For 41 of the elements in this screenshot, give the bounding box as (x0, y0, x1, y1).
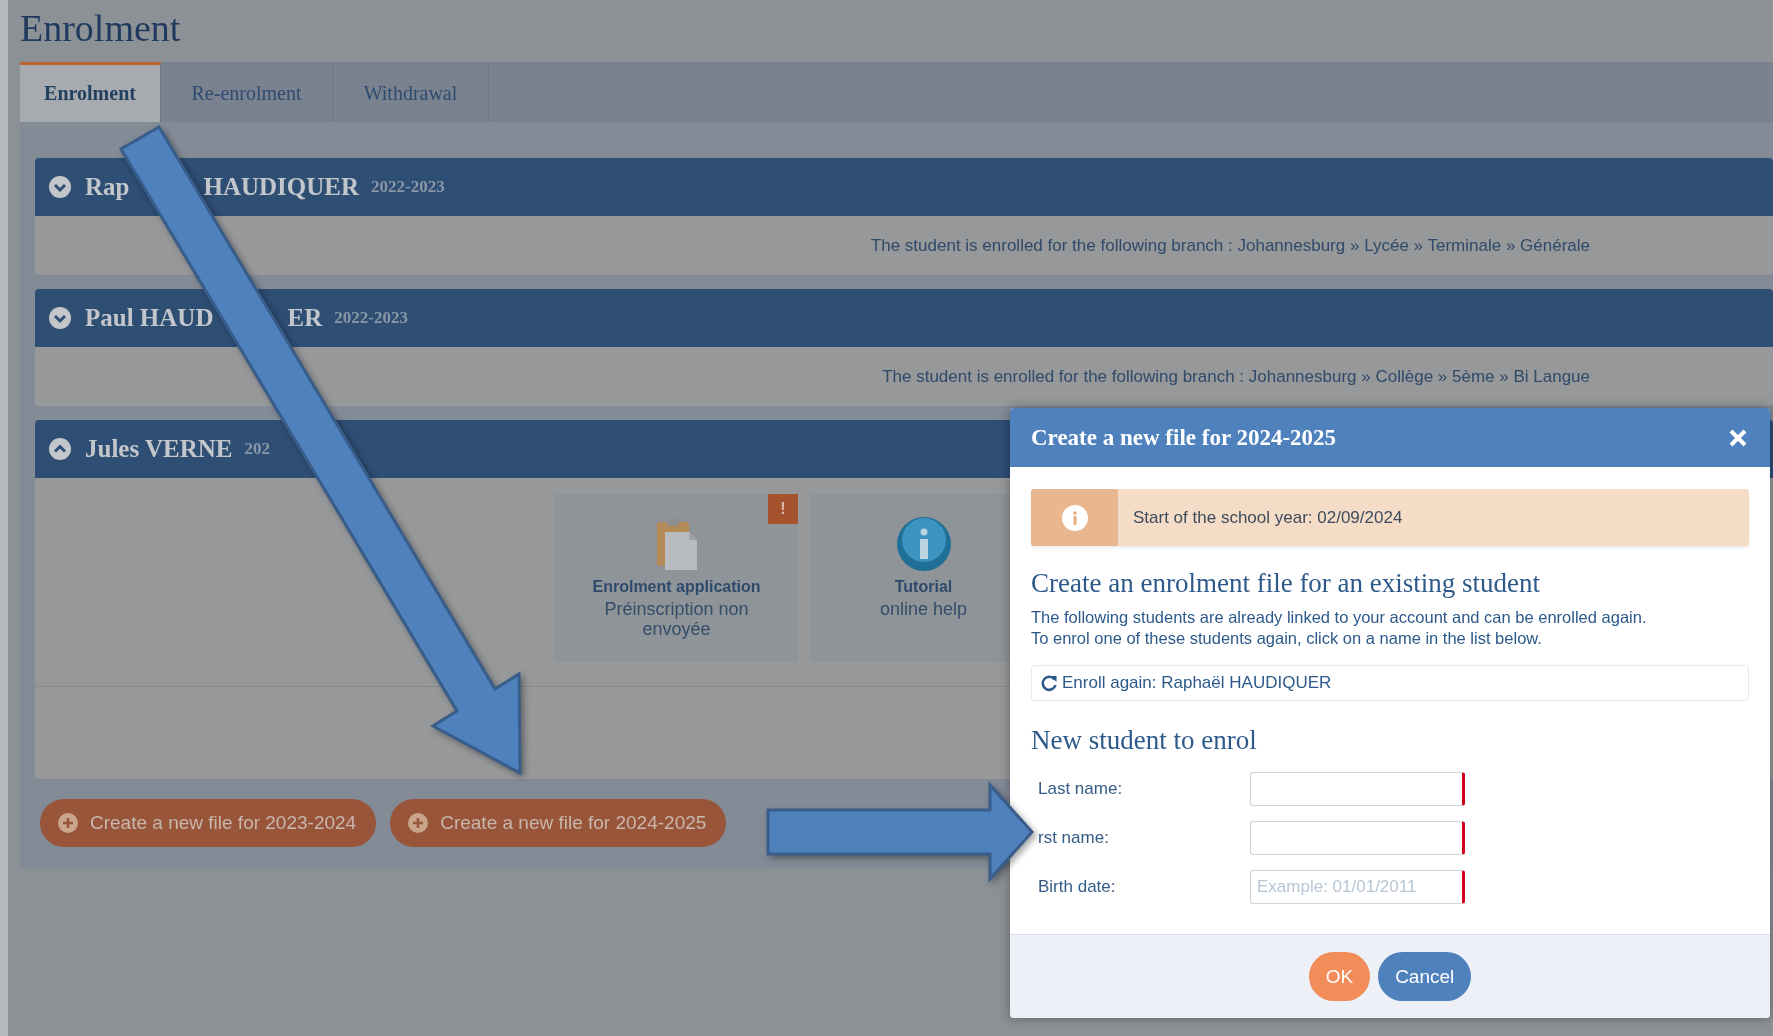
ok-button[interactable]: OK (1308, 952, 1371, 1001)
info-icon (895, 516, 952, 572)
create-file-button[interactable]: Create a new file for 2024-2025 (390, 799, 727, 847)
field-label: rst name: (1038, 828, 1110, 848)
dialog-title: Create a new file for 2024-2025 (1031, 424, 1337, 451)
student-name: ER (287, 304, 323, 332)
tile-subtitle: Préinscription non envoyée (603, 599, 750, 639)
input-field[interactable] (1250, 772, 1465, 806)
info-icon (1061, 504, 1088, 531)
student-name: HAUDIQUER (203, 173, 360, 201)
alert-badge: ! (768, 494, 798, 524)
tile-card[interactable]: Enrolment application Préinscription non envoyée ! (555, 494, 798, 662)
branch-text: The student is enrolled for the following branch : Johannesburg » Lycée » Terminale » Générale (870, 235, 1590, 256)
plus-icon (58, 813, 78, 833)
notice-text: Start of the school year: 02/09/2024 (1132, 506, 1403, 529)
section-heading: New student to enrol (1031, 725, 1258, 756)
student-name: Paul HAUD (85, 304, 214, 332)
tile-title: Tutorial (894, 578, 953, 596)
student-name: Jules VERNE (85, 435, 233, 463)
field-label: Birth date: (1038, 877, 1117, 897)
create-file-button[interactable]: Create a new file for 2023-2024 (40, 799, 377, 847)
input-field[interactable] (1250, 821, 1465, 855)
student-name: Rap (85, 173, 130, 201)
close-icon (1728, 427, 1748, 448)
tile-title: Enrolment application (592, 578, 761, 596)
tile-subtitle: online help (878, 599, 969, 619)
school-year: 2022-2023 (371, 177, 445, 197)
field-label: Last name: (1038, 779, 1124, 799)
tab[interactable]: Enrolment (20, 62, 161, 122)
school-year: 202 (244, 439, 270, 459)
cancel-button[interactable]: Cancel (1378, 952, 1472, 1001)
enroll-again-item[interactable]: Enroll again: Raphaël HAUDIQUER (1031, 665, 1749, 701)
accordion-header[interactable]: Paul HAUD ER 2022-2023 (35, 289, 1773, 347)
school-year: 2022-2023 (334, 308, 408, 328)
page-title: Enrolment (20, 6, 182, 51)
clipboard-icon (654, 516, 699, 572)
plus-icon (408, 813, 429, 833)
input-field[interactable]: Example: 01/01/2011 (1250, 870, 1465, 904)
branch-text: The student is enrolled for the following branch : Johannesburg » Collège » 5ème » Bi Langue (882, 366, 1590, 387)
refresh-icon (1040, 674, 1058, 692)
accordion-header[interactable]: Rap HAUDIQUER 2022-2023 (35, 158, 1773, 216)
